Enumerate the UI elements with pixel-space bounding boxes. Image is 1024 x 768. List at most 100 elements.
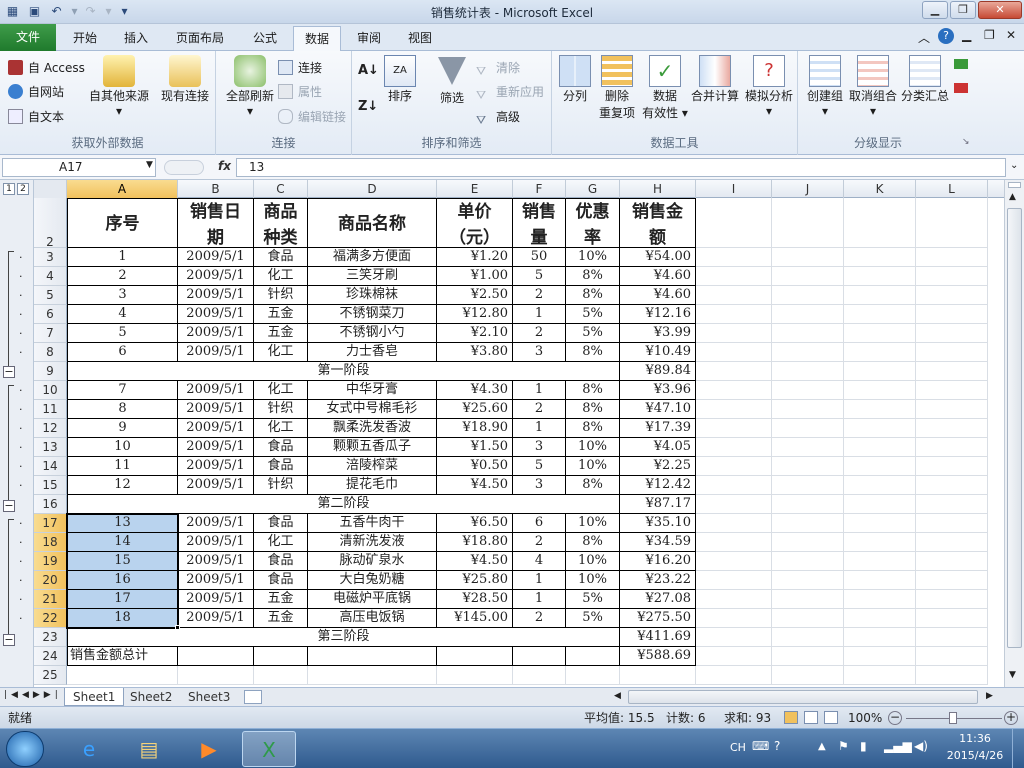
row-header-13[interactable]: 13	[34, 438, 67, 457]
empty-cell[interactable]	[916, 438, 988, 457]
empty-cell[interactable]	[916, 571, 988, 590]
cell-g15[interactable]: 8%	[566, 476, 620, 495]
grand-total-amount[interactable]: ¥588.69	[620, 647, 696, 666]
empty-cell[interactable]	[772, 552, 844, 571]
sheet-nav-icon[interactable]: |◀◀▶▶|	[4, 690, 62, 700]
tab-view[interactable]: 视图	[397, 26, 443, 51]
sheet-tab-sheet1[interactable]: Sheet1	[64, 688, 125, 706]
cell-g8[interactable]: 8%	[566, 343, 620, 362]
collapse-group-button[interactable]: −	[3, 634, 15, 646]
empty-cell[interactable]	[844, 457, 916, 476]
tab-formulas[interactable]: 公式	[242, 26, 288, 51]
empty-cell[interactable]	[916, 286, 988, 305]
cell-c17[interactable]: 食品	[254, 514, 308, 533]
cell-b7[interactable]: 2009/5/1	[178, 324, 254, 343]
cell-d17[interactable]: 五香牛肉干	[308, 514, 437, 533]
cell-a17[interactable]: 13	[67, 514, 178, 533]
column-header-i[interactable]: I	[696, 180, 772, 198]
empty-cell[interactable]	[916, 198, 988, 248]
row-header-16[interactable]: 16	[34, 495, 67, 514]
column-header-l[interactable]: L	[916, 180, 988, 198]
text-to-columns-button[interactable]: 分列	[556, 55, 594, 104]
column-header-f[interactable]: F	[513, 180, 566, 198]
empty-cell[interactable]	[844, 362, 916, 381]
cell-b10[interactable]: 2009/5/1	[178, 381, 254, 400]
select-all-button[interactable]	[34, 180, 67, 198]
connections-button[interactable]: 连接	[278, 57, 322, 79]
row-header-22[interactable]: 22	[34, 609, 67, 628]
empty-cell[interactable]	[772, 666, 844, 685]
cell-c18[interactable]: 化工	[254, 533, 308, 552]
cell-d6[interactable]: 不锈钢菜刀	[308, 305, 437, 324]
outline-level-2-button[interactable]: 2	[17, 183, 29, 195]
insert-sheet-icon[interactable]	[244, 690, 262, 704]
empty-cell[interactable]	[844, 647, 916, 666]
internet-explorer-icon[interactable]: e	[62, 731, 116, 767]
empty-cell[interactable]	[772, 609, 844, 628]
empty-cell[interactable]	[696, 457, 772, 476]
column-header-c[interactable]: C	[254, 180, 308, 198]
empty-cell[interactable]	[696, 552, 772, 571]
empty-cell[interactable]	[696, 533, 772, 552]
page-break-view-icon[interactable]	[824, 711, 838, 724]
cell-b22[interactable]: 2009/5/1	[178, 609, 254, 628]
cell-d11[interactable]: 女式中号棉毛衫	[308, 400, 437, 419]
cell-b5[interactable]: 2009/5/1	[178, 286, 254, 305]
cell-h20[interactable]: ¥23.22	[620, 571, 696, 590]
cell-h17[interactable]: ¥35.10	[620, 514, 696, 533]
hide-detail-icon[interactable]	[954, 83, 968, 93]
cell-g18[interactable]: 8%	[566, 533, 620, 552]
existing-connections-button[interactable]: 现有连接	[156, 55, 214, 104]
empty-cell[interactable]	[844, 495, 916, 514]
empty-cell[interactable]	[772, 305, 844, 324]
cell-h5[interactable]: ¥4.60	[620, 286, 696, 305]
cell-a10[interactable]: 7	[67, 381, 178, 400]
minimize-button[interactable]: ▁	[922, 1, 948, 19]
empty-cell[interactable]	[696, 495, 772, 514]
empty-cell[interactable]	[772, 514, 844, 533]
row-header-20[interactable]: 20	[34, 571, 67, 590]
collapse-group-button[interactable]: −	[3, 366, 15, 378]
empty-cell[interactable]	[772, 381, 844, 400]
name-box-dropdown-icon[interactable]: ▼	[146, 160, 153, 170]
cell-d22[interactable]: 高压电饭锅	[308, 609, 437, 628]
empty-cell[interactable]	[513, 647, 566, 666]
cell-h4[interactable]: ¥4.60	[620, 267, 696, 286]
cell-b4[interactable]: 2009/5/1	[178, 267, 254, 286]
tab-page-layout[interactable]: 页面布局	[165, 26, 235, 51]
column-header-j[interactable]: J	[772, 180, 844, 198]
empty-cell[interactable]	[566, 666, 620, 685]
insert-function-icon[interactable]: fx	[218, 159, 231, 173]
empty-cell[interactable]	[696, 343, 772, 362]
input-language[interactable]: CH	[730, 741, 746, 754]
cell-c7[interactable]: 五金	[254, 324, 308, 343]
cell-d12[interactable]: 飘柔洗发香波	[308, 419, 437, 438]
sort-button[interactable]: ZA 排序	[382, 55, 418, 104]
empty-cell[interactable]	[916, 647, 988, 666]
empty-cell[interactable]	[696, 514, 772, 533]
cell-c10[interactable]: 化工	[254, 381, 308, 400]
empty-cell[interactable]	[696, 590, 772, 609]
empty-cell[interactable]	[696, 609, 772, 628]
cell-f18[interactable]: 2	[513, 533, 566, 552]
cell-h10[interactable]: ¥3.96	[620, 381, 696, 400]
cell-d10[interactable]: 中华牙膏	[308, 381, 437, 400]
fill-handle[interactable]	[175, 625, 180, 630]
excel-taskbar-icon[interactable]: X	[242, 731, 296, 767]
empty-cell[interactable]	[772, 286, 844, 305]
empty-cell[interactable]	[772, 362, 844, 381]
empty-cell[interactable]	[916, 343, 988, 362]
scroll-right-icon[interactable]: ▶	[986, 691, 993, 701]
empty-cell[interactable]	[772, 571, 844, 590]
properties-button[interactable]: 属性	[278, 81, 322, 103]
empty-cell[interactable]	[772, 476, 844, 495]
cell-b6[interactable]: 2009/5/1	[178, 305, 254, 324]
cell-b8[interactable]: 2009/5/1	[178, 343, 254, 362]
cell-g20[interactable]: 10%	[566, 571, 620, 590]
sheet-tab-sheet2[interactable]: Sheet2	[122, 688, 180, 706]
start-button-icon[interactable]	[6, 731, 44, 767]
cell-e6[interactable]: ¥12.80	[437, 305, 513, 324]
subtotal-button[interactable]: 分类汇总	[900, 55, 950, 104]
empty-cell[interactable]	[916, 267, 988, 286]
row-header-24[interactable]: 24	[34, 647, 67, 666]
